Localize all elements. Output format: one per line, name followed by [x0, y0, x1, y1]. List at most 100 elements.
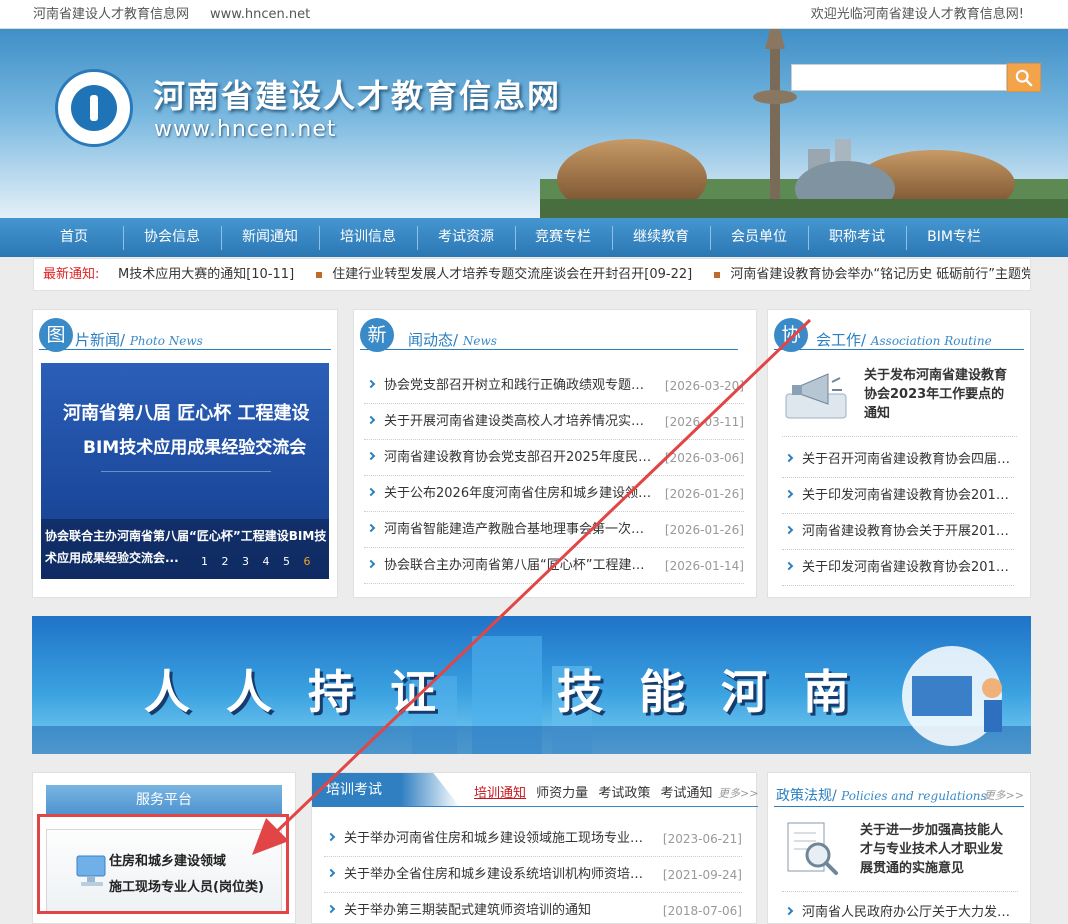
subtab-training-notice[interactable]: 培训通知: [474, 786, 526, 801]
nav-association-info[interactable]: 协会信息: [130, 218, 214, 257]
list-item[interactable]: 关于举办全省住房和城乡建设系统培训机构师资培训班... [2021-09-24]: [324, 857, 742, 893]
photo-news-title-en: Photo News: [129, 334, 203, 348]
association-logo[interactable]: [55, 69, 133, 147]
nav-exam-resources[interactable]: 考试资源: [424, 218, 508, 257]
search-button[interactable]: [1007, 63, 1041, 92]
city-skyline-image: [540, 29, 1068, 218]
list-item[interactable]: 关于开展河南省建设类高校人才培养情况实地调... [2026-03-11]: [364, 404, 744, 440]
list-item[interactable]: 关于印发河南省建设教育协会2018...: [782, 550, 1014, 586]
header-banner: 河南省建设人才教育信息网 www.hncen.net: [0, 29, 1068, 218]
training-list: 关于举办河南省住房和城乡建设领域施工现场专业人员... [2023-06-21] …: [324, 821, 742, 924]
news-panel: 新 闻动态/ News 协会党支部召开树立和践行正确政绩观专题学习会 [2026-…: [353, 309, 757, 598]
computer-icon: [76, 855, 106, 886]
promo-char: 持: [308, 665, 354, 719]
promo-char: 河: [721, 665, 767, 719]
service-card-line1: 住房和城乡建设领域: [109, 854, 227, 869]
top-site-url[interactable]: www.hncen.net: [210, 0, 310, 29]
photo-page-1[interactable]: 1: [201, 555, 208, 568]
photo-subheadline: BIM技术应用成果经验交流会: [83, 438, 307, 458]
nav-home[interactable]: 首页: [32, 218, 116, 257]
routine-title: 会工作/ Association Routine: [816, 331, 992, 349]
site-title: 河南省建设人才教育信息网: [153, 77, 562, 115]
news-badge: 新: [360, 318, 394, 352]
routine-featured-title[interactable]: 关于发布河南省建设教育协会2023年工作要点的通知: [864, 366, 1014, 423]
nav-member-units[interactable]: 会员单位: [717, 218, 801, 257]
routine-featured[interactable]: 关于发布河南省建设教育协会2023年工作要点的通知: [782, 362, 1017, 437]
policy-list: 河南省人民政府办公厅关于大力发展...: [782, 895, 1014, 924]
list-item[interactable]: 关于印发河南省建设教育协会2019...: [782, 478, 1014, 514]
routine-header: 协 会工作/ Association Routine: [774, 318, 1024, 352]
policy-more-link[interactable]: 更多>>: [984, 787, 1024, 803]
promo-banner[interactable]: 人 人 持 证 技 能 河 南: [32, 616, 1031, 754]
photo-page-3[interactable]: 3: [242, 555, 249, 568]
news-title: 闻动态/ News: [408, 331, 497, 349]
service-platform-panel: 服务平台 住房和城乡建设领域 施工现场专业人员(岗位类): [32, 772, 296, 924]
list-item[interactable]: 关于公布2026年度河南省住房和城乡建设领域... [2026-01-26]: [364, 476, 744, 512]
photo-news-header: 图 片新闻/ Photo News: [39, 318, 331, 352]
photo-headline: 河南省第八届 匠心杯 工程建设: [63, 403, 310, 424]
photo-news-title: 片新闻/ Photo News: [75, 331, 203, 349]
list-item[interactable]: 河南省建设教育协会党支部召开2025年度民主... [2026-03-06]: [364, 440, 744, 476]
training-more-link[interactable]: 更多>>: [718, 785, 758, 801]
list-item[interactable]: 关于召开河南省建设教育协会四届六...: [782, 442, 1014, 478]
nav-bim[interactable]: BIM专栏: [912, 218, 996, 257]
news-header: 新 闻动态/ News: [360, 318, 738, 352]
list-item[interactable]: 关于举办第三期装配式建筑师资培训的通知 [2018-07-06]: [324, 893, 742, 924]
training-exam-panel: 培训考试 培训通知 师资力量 考试政策 考试通知 更多>> 关于举办河南省住房和…: [311, 772, 758, 924]
list-item[interactable]: 河南省智能建造产教融合基地理事会第一次会议... [2026-01-26]: [364, 512, 744, 548]
ticker-track: M技术应用大赛的通知[10-11] 住建行业转型发展人才培养专题交流座谈会在开封…: [118, 259, 1030, 290]
nav-title-exam[interactable]: 职称考试: [815, 218, 899, 257]
service-platform-title: 服务平台: [46, 785, 282, 815]
promo-char: 南: [803, 665, 849, 719]
nav-continuing-education[interactable]: 继续教育: [619, 218, 703, 257]
promo-char: 人: [144, 665, 190, 719]
promo-char: 证: [390, 665, 436, 719]
ticker-item[interactable]: 河南省建设教育协会举办“铭记历史 砥砺前行”主题党日活: [714, 259, 1030, 290]
photo-page-5[interactable]: 5: [283, 555, 290, 568]
list-item[interactable]: 河南省人民政府办公厅关于大力发展...: [782, 895, 1014, 924]
megaphone-icon: [785, 373, 847, 419]
search-icon: [1015, 69, 1033, 86]
service-card-line2: 施工现场专业人员(岗位类): [109, 880, 264, 895]
photo-news-panel: 图 片新闻/ Photo News 河南省第八届 匠心杯 工程建设 BIM技术应…: [32, 309, 338, 598]
news-list: 协会党支部召开树立和践行正确政绩观专题学习会 [2026-03-20] 关于开展河…: [364, 368, 744, 584]
routine-list: 关于召开河南省建设教育协会四届六... 关于印发河南省建设教育协会2019...…: [782, 442, 1014, 586]
photo-pagination: 1 2 3 4 5 6: [201, 555, 321, 568]
service-card-construction-personnel[interactable]: 住房和城乡建设领域 施工现场专业人员(岗位类): [46, 829, 282, 913]
list-item[interactable]: 河南省建设教育协会关于开展2018...: [782, 514, 1014, 550]
search-input[interactable]: [791, 64, 1007, 91]
site-url: www.hncen.net: [154, 117, 337, 142]
policy-featured-title[interactable]: 关于进一步加强高技能人才与专业技术人才职业发展贯通的实施意见: [860, 821, 1010, 878]
subtab-exam-notice[interactable]: 考试通知: [660, 786, 712, 801]
top-site-name[interactable]: 河南省建设人才教育信息网: [33, 0, 189, 29]
training-tab[interactable]: 培训考试: [312, 773, 460, 807]
ticker-item[interactable]: M技术应用大赛的通知[10-11]: [118, 259, 294, 290]
nav-news[interactable]: 新闻通知: [228, 218, 312, 257]
photo-page-4[interactable]: 4: [263, 555, 270, 568]
list-item[interactable]: 关于举办河南省住房和城乡建设领域施工现场专业人员... [2023-06-21]: [324, 821, 742, 857]
nav-training[interactable]: 培训信息: [326, 218, 410, 257]
ticker-label: 最新通知:: [43, 267, 100, 282]
routine-badge: 协: [774, 318, 808, 352]
list-item[interactable]: 协会联合主办河南省第八届“匠心杯”工程建设... [2026-01-14]: [364, 548, 744, 584]
training-header: 培训考试 培训通知 师资力量 考试政策 考试通知 更多>>: [312, 773, 758, 807]
promo-char: 技: [557, 665, 603, 719]
photo-page-6[interactable]: 6: [304, 555, 311, 568]
photo-page-2[interactable]: 2: [222, 555, 229, 568]
photo-news-badge: 图: [39, 318, 73, 352]
subtab-faculty[interactable]: 师资力量: [536, 786, 588, 801]
association-routine-panel: 协 会工作/ Association Routine 关于发布河南省建设教育协会…: [767, 309, 1031, 598]
subtab-exam-policy[interactable]: 考试政策: [598, 786, 650, 801]
routine-title-en: Association Routine: [870, 334, 992, 348]
policy-panel: 政策法规/ Policies and regulations 更多>> 关于进一…: [767, 772, 1031, 924]
main-nav: 首页 协会信息 新闻通知 培训信息 考试资源 竞赛专栏 继续教育 会员单位 职称…: [0, 218, 1068, 257]
welcome-text: 欢迎光临河南省建设人才教育信息网!: [810, 7, 1024, 22]
ticker-item[interactable]: 住建行业转型发展人才培养专题交流座谈会在开封召开[09-22]: [316, 259, 692, 290]
photo-news-image[interactable]: 河南省第八届 匠心杯 工程建设 BIM技术应用成果经验交流会 协会联合主办河南省…: [41, 363, 329, 579]
policy-featured[interactable]: 关于进一步加强高技能人才与专业技术人才职业发展贯通的实施意见: [782, 817, 1018, 892]
top-bar: 河南省建设人才教育信息网 www.hncen.net 欢迎光临河南省建设人才教育…: [0, 0, 1068, 29]
list-item[interactable]: 协会党支部召开树立和践行正确政绩观专题学习会 [2026-03-20]: [364, 368, 744, 404]
policy-title: 政策法规/ Policies and regulations: [776, 788, 987, 804]
nav-competition[interactable]: 竞赛专栏: [521, 218, 605, 257]
training-subtabs: 培训通知 师资力量 考试政策 考试通知: [474, 782, 718, 801]
